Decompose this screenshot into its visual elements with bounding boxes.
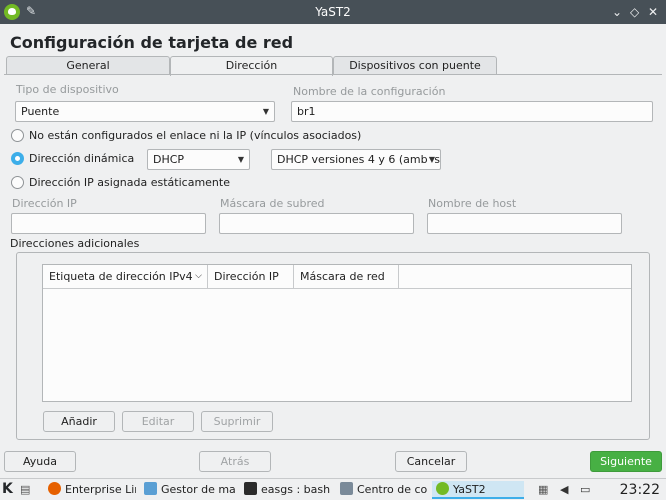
- back-button[interactable]: Atrás: [199, 451, 271, 472]
- dhcp-version-value: DHCP versiones 4 y 6 (ambas: [277, 153, 441, 166]
- window-title: YaST2: [315, 5, 351, 19]
- terminal-icon: [244, 482, 257, 495]
- tab-divider: [4, 74, 662, 75]
- hostname-input[interactable]: [427, 213, 622, 234]
- dhcp-mode-select[interactable]: DHCP ▼: [147, 149, 250, 170]
- config-name-label: Nombre de la configuración: [293, 85, 446, 98]
- column-header-netmask[interactable]: Máscara de red: [294, 265, 399, 289]
- taskbar: K ▤ Enterprise Lin Gestor de ma easgs : …: [0, 478, 666, 500]
- file-manager-icon: [144, 482, 157, 495]
- clipboard-icon[interactable]: ▦: [538, 481, 552, 499]
- tab-general[interactable]: General: [6, 56, 170, 75]
- ip-address-input[interactable]: [11, 213, 206, 234]
- control-center-icon: [340, 482, 353, 495]
- volume-icon[interactable]: ◀: [560, 481, 574, 499]
- additional-addresses-label: Direcciones adicionales: [10, 237, 140, 250]
- delete-button[interactable]: Suprimir: [201, 411, 273, 432]
- taskbar-item-terminal[interactable]: easgs : bash: [240, 481, 332, 499]
- pager-icon[interactable]: ▤: [20, 481, 38, 499]
- taskbar-item-firefox[interactable]: Enterprise Lin: [44, 481, 136, 499]
- no-link-label: No están configurados el enlace ni la IP…: [29, 129, 362, 142]
- tab-dispositivos-con-puente[interactable]: Dispositivos con puente: [333, 56, 497, 75]
- hostname-label: Nombre de host: [428, 197, 517, 210]
- dialog-title: Configuración de tarjeta de red: [10, 33, 294, 52]
- subnet-mask-input[interactable]: [219, 213, 414, 234]
- column-header-ip-address[interactable]: Dirección IP: [208, 265, 294, 289]
- firefox-icon: [48, 482, 61, 495]
- dynamic-address-radio[interactable]: [11, 152, 24, 165]
- taskbar-item-file-manager[interactable]: Gestor de ma: [140, 481, 235, 499]
- kde-menu-icon[interactable]: K: [2, 480, 16, 498]
- tab-direccion[interactable]: Dirección: [170, 56, 333, 76]
- static-address-radio[interactable]: [11, 176, 24, 189]
- dynamic-address-label: Dirección dinámica: [29, 152, 135, 165]
- static-address-label: Dirección IP asignada estáticamente: [29, 176, 230, 189]
- edit-button[interactable]: Editar: [122, 411, 194, 432]
- cancel-button[interactable]: Cancelar: [395, 451, 467, 472]
- chevron-down-icon: ▼: [426, 150, 435, 169]
- clock[interactable]: 23:22: [620, 480, 660, 500]
- network-icon[interactable]: ▭: [580, 481, 594, 499]
- sort-chevron-icon: ⌵: [195, 271, 202, 281]
- taskbar-item-control-center[interactable]: Centro de co: [336, 481, 428, 499]
- help-button[interactable]: Ayuda: [4, 451, 76, 472]
- yast-icon: [436, 482, 449, 495]
- add-button[interactable]: Añadir: [43, 411, 115, 432]
- no-link-radio[interactable]: [11, 129, 24, 142]
- window-titlebar: ✎ YaST2 ⌄ ◇ ✕: [0, 0, 666, 24]
- ip-address-label: Dirección IP: [12, 197, 77, 210]
- subnet-mask-label: Máscara de subred: [220, 197, 325, 210]
- minimize-icon[interactable]: ⌄: [612, 4, 622, 20]
- column-header-ipv4-label[interactable]: Etiqueta de dirección IPv4 ⌵: [43, 265, 208, 289]
- chevron-down-icon: ▼: [262, 107, 269, 116]
- chevron-down-icon: ▼: [237, 155, 244, 164]
- close-icon[interactable]: ✕: [648, 4, 658, 20]
- table-header: Etiqueta de dirección IPv4 ⌵ Dirección I…: [43, 265, 631, 289]
- device-type-select[interactable]: Puente ▼: [15, 101, 275, 122]
- device-type-value: Puente: [21, 105, 60, 118]
- config-name-input[interactable]: br1: [291, 101, 653, 122]
- taskbar-item-yast2[interactable]: YaST2: [432, 481, 524, 499]
- additional-addresses-table[interactable]: Etiqueta de dirección IPv4 ⌵ Dirección I…: [42, 264, 632, 402]
- next-button[interactable]: Siguiente: [590, 451, 662, 472]
- device-type-label: Tipo de dispositivo: [16, 83, 119, 96]
- dhcp-mode-value: DHCP: [153, 153, 185, 166]
- dhcp-version-select[interactable]: DHCP versiones 4 y 6 (ambas ▼: [271, 149, 441, 170]
- maximize-icon[interactable]: ◇: [630, 4, 639, 20]
